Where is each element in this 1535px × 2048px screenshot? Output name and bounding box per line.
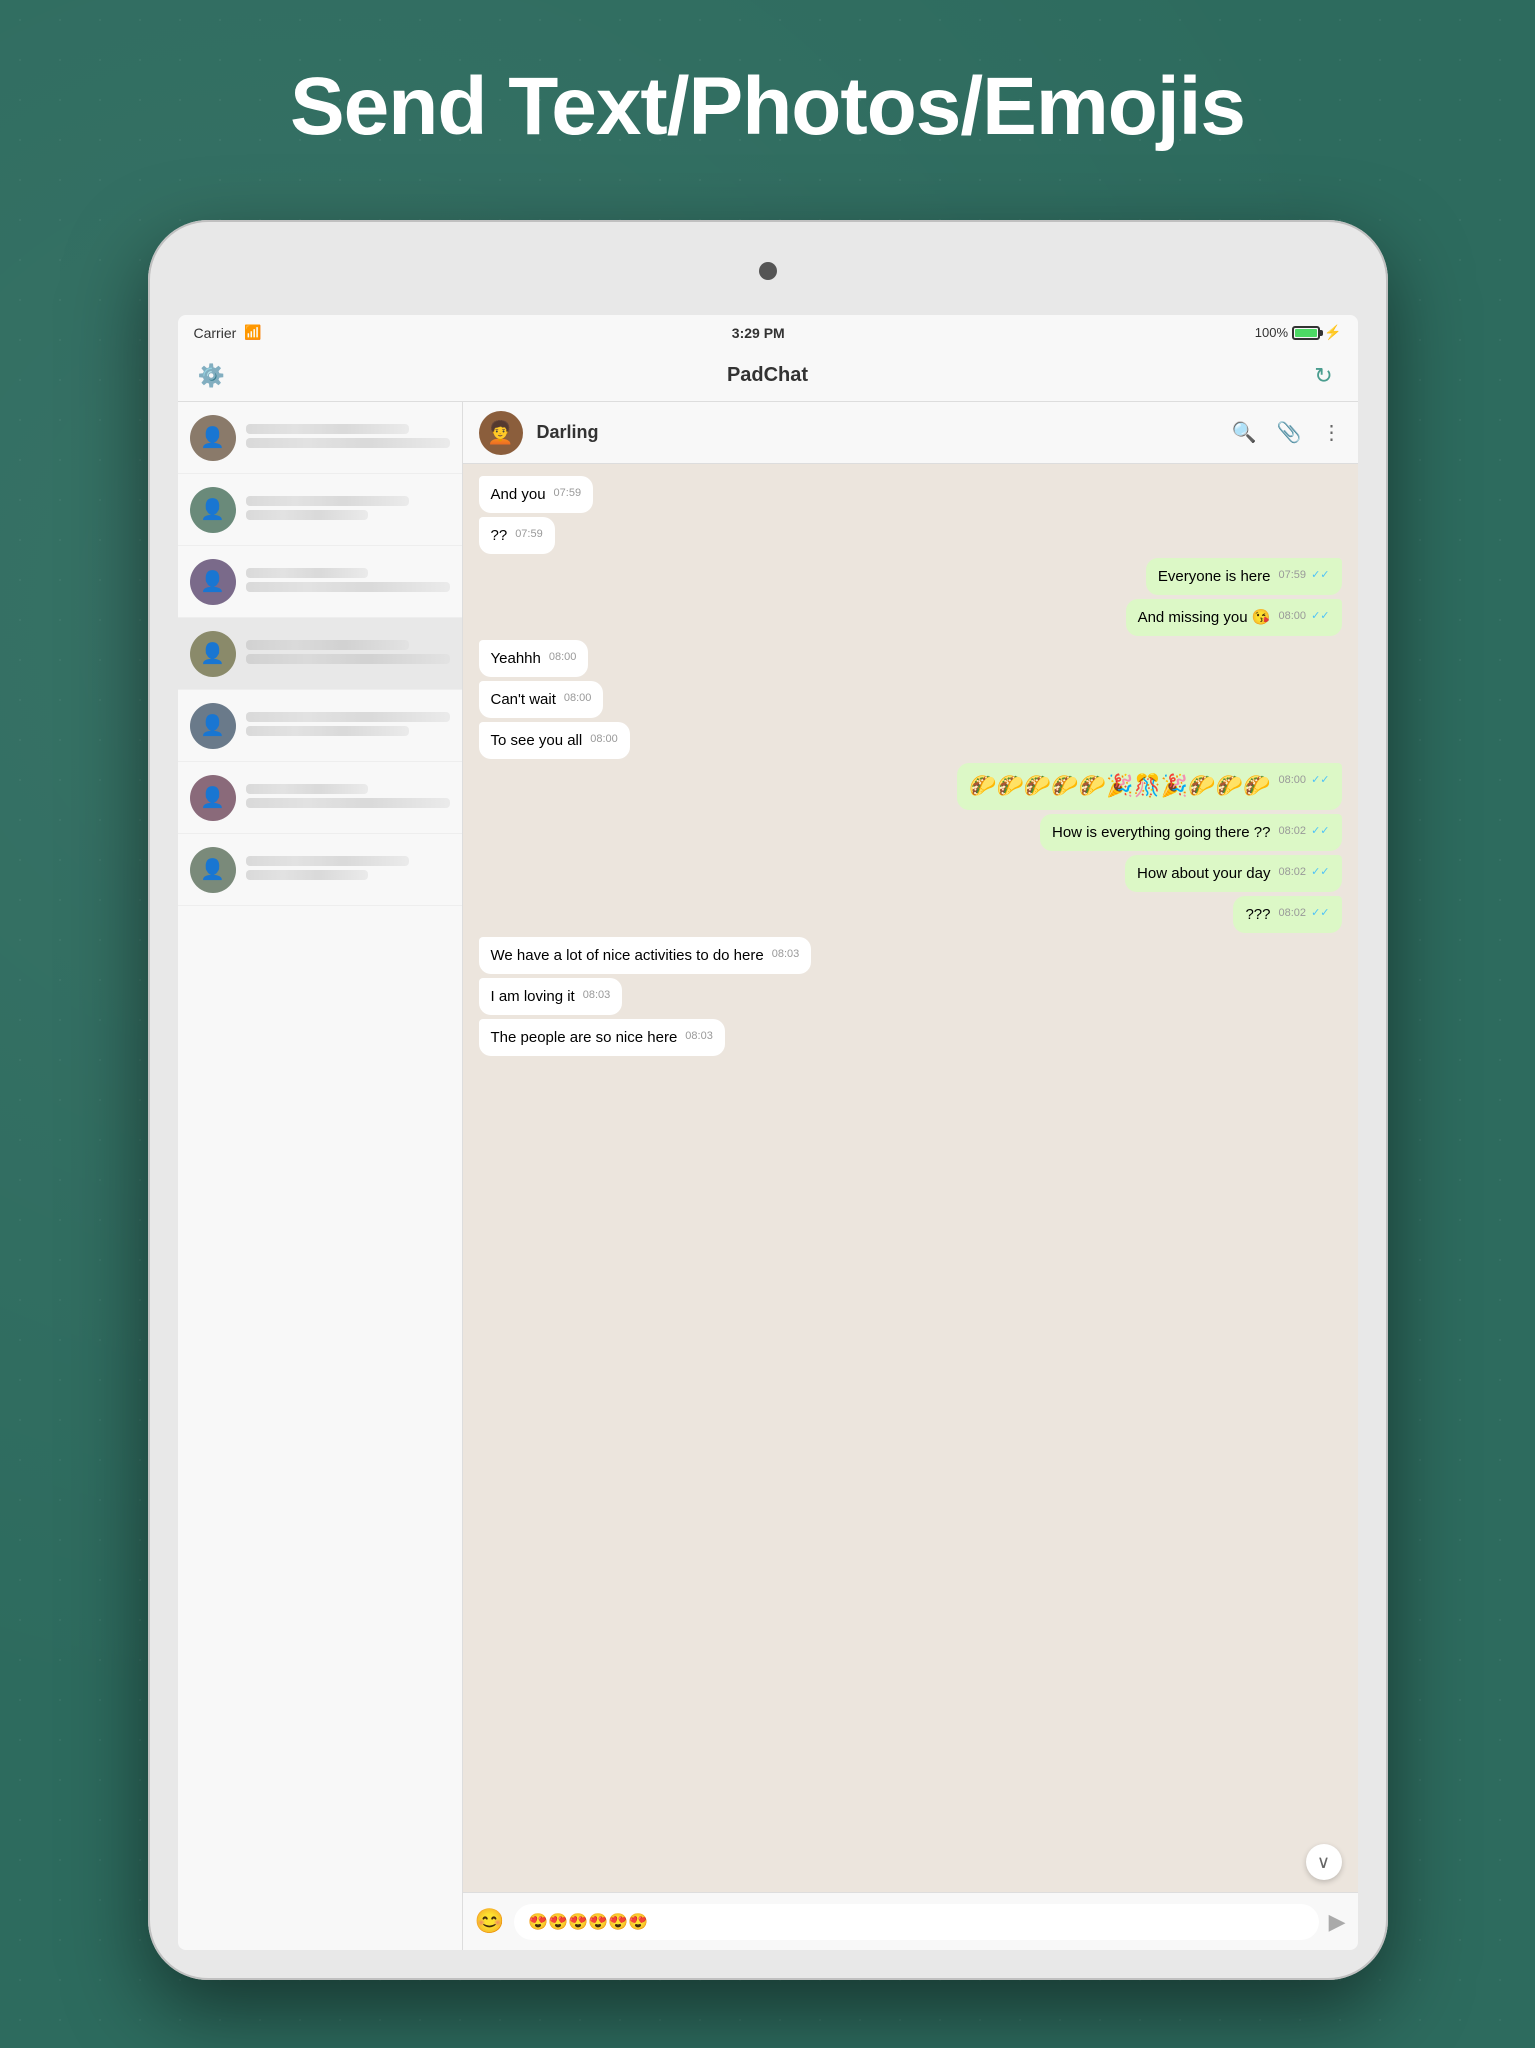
chat-header: 🧑‍🦱 Darling 🔍 📎 ⋮ [463,402,1358,464]
page-title: Send Text/Photos/Emojis [0,0,1535,194]
message-text: How is everything going there ?? [1052,824,1270,841]
list-item[interactable]: 👤 [178,402,462,474]
message-time: 08:00 [590,732,618,747]
charging-icon: ⚡ [1324,324,1341,341]
camera [759,262,777,280]
ipad-screen: Carrier 📶 3:29 PM 100% ⚡ ⚙️ PadChat ↻ [178,315,1358,1950]
message-time: 08:00 [564,691,592,706]
message-text: And you [491,486,546,503]
message-bubble: And you 07:59 [479,476,594,513]
messages-area: And you 07:59 ?? 07:59 Everyone is here … [463,464,1358,1892]
scroll-down-button[interactable]: ∨ [1306,1844,1342,1880]
message-text: Can't wait [491,691,556,708]
message-bubble: Can't wait 08:00 [479,681,604,718]
sidebar: 👤 👤 👤 [178,402,463,1950]
carrier-label: Carrier [194,325,237,341]
attachment-icon[interactable]: 📎 [1277,420,1302,445]
message-bubble: We have a lot of nice activities to do h… [479,937,812,974]
message-bubble: The people are so nice here 08:03 [479,1019,725,1056]
main-content: 👤 👤 👤 [178,402,1358,1950]
message-bubble: Everyone is here 07:59 ✓✓ [1146,558,1342,595]
ipad-frame: Carrier 📶 3:29 PM 100% ⚡ ⚙️ PadChat ↻ [148,220,1388,1980]
list-item[interactable]: 👤 [178,690,462,762]
avatar: 👤 [190,415,236,461]
message-text: The people are so nice here [491,1029,678,1046]
message-time: 08:00 ✓✓ [1278,773,1329,788]
list-item[interactable]: 👤 [178,834,462,906]
avatar: 👤 [190,631,236,677]
message-bubble: ??? 08:02 ✓✓ [1233,896,1341,933]
emoji-button[interactable]: 😊 [475,1907,505,1936]
message-input-text: 😍😍😍😍😍😍 [528,1912,648,1932]
settings-icon[interactable]: ⚙️ [194,363,230,389]
message-text: And missing you 😘 [1138,609,1271,626]
message-time: 08:00 ✓✓ [1278,609,1329,624]
avatar: 👤 [190,559,236,605]
message-time: 08:00 [549,650,577,665]
chat-panel: 🧑‍🦱 Darling 🔍 📎 ⋮ And you 07:59 [463,402,1358,1950]
app-title: PadChat [230,364,1306,387]
message-bubble: And missing you 😘 08:00 ✓✓ [1126,599,1342,636]
more-options-icon[interactable]: ⋮ [1322,420,1342,445]
wifi-icon: 📶 [244,324,261,341]
avatar: 👤 [190,775,236,821]
avatar: 👤 [190,703,236,749]
message-time: 07:59 [554,486,582,501]
message-time: 08:03 [772,947,800,962]
refresh-icon[interactable]: ↻ [1306,363,1342,389]
status-right: 100% ⚡ [1255,324,1342,341]
message-text: How about your day [1137,865,1270,882]
chat-header-icons: 🔍 📎 ⋮ [1232,420,1342,445]
message-time: 08:02 ✓✓ [1278,906,1329,921]
message-text: Everyone is here [1158,568,1271,585]
avatar: 👤 [190,847,236,893]
status-left: Carrier 📶 [194,324,262,341]
message-bubble: I am loving it 08:03 [479,978,623,1015]
battery-icon [1292,326,1320,340]
status-time: 3:29 PM [732,325,785,341]
send-button[interactable]: ▶ [1329,1909,1346,1935]
battery-percent: 100% [1255,325,1288,340]
message-time: 08:03 [583,988,611,1003]
message-input[interactable]: 😍😍😍😍😍😍 [514,1904,1318,1940]
message-bubble: How is everything going there ?? 08:02 ✓… [1040,814,1342,851]
list-item[interactable]: 👤 [178,474,462,546]
contact-avatar: 🧑‍🦱 [479,411,523,455]
message-time: 08:03 [685,1029,713,1044]
message-time: 07:59 [515,527,543,542]
contact-name: Darling [537,422,1218,443]
list-item[interactable]: 👤 [178,618,462,690]
input-area: 😊 😍😍😍😍😍😍 ▶ [463,1892,1358,1950]
list-item[interactable]: 👤 [178,762,462,834]
message-text: ??? [1245,906,1270,923]
message-bubble: To see you all 08:00 [479,722,630,759]
message-time: 07:59 ✓✓ [1278,568,1329,583]
message-time: 08:02 ✓✓ [1278,824,1329,839]
message-bubble: ?? 07:59 [479,517,555,554]
status-bar: Carrier 📶 3:29 PM 100% ⚡ [178,315,1358,350]
message-text: 🌮🌮🌮🌮🌮🎉🎊🎉🌮🌮🌮 [969,773,1270,798]
message-bubble: Yeahhh 08:00 [479,640,589,677]
message-text: To see you all [491,732,583,749]
message-time: 08:02 ✓✓ [1278,865,1329,880]
list-item[interactable]: 👤 [178,546,462,618]
app-header: ⚙️ PadChat ↻ [178,350,1358,402]
message-text: We have a lot of nice activities to do h… [491,947,764,964]
avatar: 👤 [190,487,236,533]
search-icon[interactable]: 🔍 [1232,420,1257,445]
message-text: ?? [491,527,508,544]
message-bubble: 🌮🌮🌮🌮🌮🎉🎊🎉🌮🌮🌮 08:00 ✓✓ [957,763,1341,810]
message-bubble: How about your day 08:02 ✓✓ [1125,855,1341,892]
message-text: I am loving it [491,988,575,1005]
message-text: Yeahhh [491,650,541,667]
